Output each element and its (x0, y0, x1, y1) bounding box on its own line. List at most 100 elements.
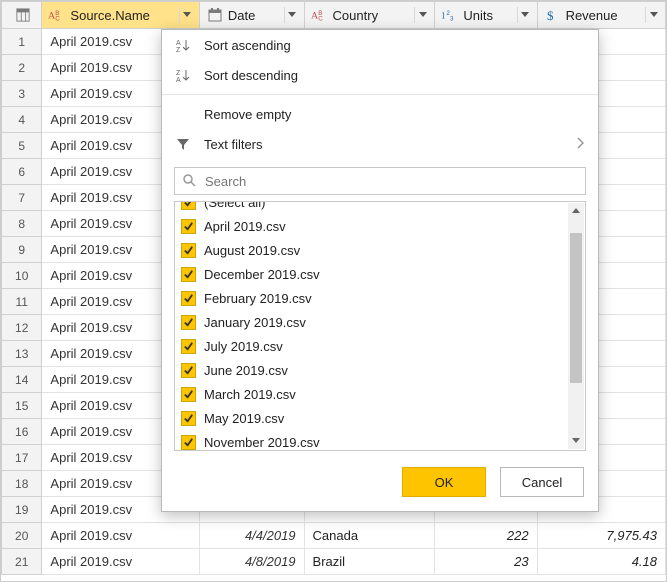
chevron-right-icon (576, 137, 584, 152)
filter-option[interactable]: April 2019.csv (181, 214, 579, 238)
filter-option-label: March 2019.csv (204, 387, 296, 402)
filter-option-label: June 2019.csv (204, 363, 288, 378)
row-number[interactable]: 20 (2, 523, 42, 549)
checkbox-icon[interactable] (181, 387, 196, 402)
column-header-country[interactable]: ABC Country (304, 2, 435, 29)
checkbox-icon[interactable] (181, 411, 196, 426)
row-number[interactable]: 13 (2, 341, 42, 367)
column-header-source[interactable]: ABC Source.Name (42, 2, 200, 29)
table-corner-icon[interactable] (2, 2, 42, 29)
filter-option[interactable]: December 2019.csv (181, 262, 579, 286)
sort-ascending-item[interactable]: AZ Sort ascending (162, 30, 598, 60)
checkbox-icon[interactable] (181, 339, 196, 354)
number-type-icon: 123 (441, 7, 459, 23)
row-number[interactable]: 3 (2, 81, 42, 107)
column-header-label: Date (228, 8, 255, 23)
filter-dropdown-icon[interactable] (414, 7, 430, 23)
table-row[interactable]: 21April 2019.csv4/8/2019Brazil234.18 (2, 549, 666, 575)
column-header-label: Units (463, 8, 493, 23)
row-number[interactable]: 12 (2, 315, 42, 341)
cell-source[interactable]: April 2019.csv (42, 549, 200, 575)
cancel-button[interactable]: Cancel (500, 467, 584, 497)
checkbox-icon[interactable] (181, 363, 196, 378)
filter-option-label: November 2019.csv (204, 435, 320, 450)
svg-text:Z: Z (176, 47, 181, 52)
checkbox-icon[interactable] (181, 243, 196, 258)
row-number[interactable]: 8 (2, 211, 42, 237)
filter-dropdown-icon[interactable] (517, 7, 533, 23)
cell-country[interactable]: Brazil (304, 549, 435, 575)
cell-units[interactable]: 23 (435, 549, 537, 575)
cell-date[interactable]: 4/8/2019 (199, 549, 304, 575)
checkbox-icon[interactable] (181, 219, 196, 234)
row-number[interactable]: 1 (2, 29, 42, 55)
filter-option[interactable]: March 2019.csv (181, 382, 579, 406)
checkbox-icon[interactable] (181, 291, 196, 306)
sort-descending-item[interactable]: ZA Sort descending (162, 60, 598, 90)
column-header-revenue[interactable]: $ Revenue (537, 2, 665, 29)
ok-button[interactable]: OK (402, 467, 486, 497)
filter-dropdown-icon[interactable] (179, 7, 195, 23)
checkbox-icon[interactable] (181, 315, 196, 330)
row-number[interactable]: 11 (2, 289, 42, 315)
checkbox-icon[interactable] (181, 201, 196, 210)
filter-search-input[interactable] (174, 167, 586, 195)
filter-option-label: August 2019.csv (204, 243, 300, 258)
row-number[interactable]: 19 (2, 497, 42, 523)
menu-item-label: Text filters (204, 137, 263, 152)
row-number[interactable]: 5 (2, 133, 42, 159)
menu-separator (162, 94, 598, 95)
filter-option[interactable]: July 2019.csv (181, 334, 579, 358)
scroll-up-icon[interactable] (568, 203, 584, 219)
filter-option[interactable]: February 2019.csv (181, 286, 579, 310)
filter-option[interactable]: August 2019.csv (181, 238, 579, 262)
row-number[interactable]: 10 (2, 263, 42, 289)
cell-units[interactable]: 222 (435, 523, 537, 549)
currency-type-icon: $ (544, 7, 562, 23)
row-number[interactable]: 14 (2, 367, 42, 393)
filter-dropdown-icon[interactable] (645, 7, 661, 23)
cell-source[interactable]: April 2019.csv (42, 523, 200, 549)
filter-option[interactable]: May 2019.csv (181, 406, 579, 430)
menu-item-label: Sort ascending (204, 38, 291, 53)
filter-option[interactable]: January 2019.csv (181, 310, 579, 334)
column-header-date[interactable]: Date (199, 2, 304, 29)
checkbox-icon[interactable] (181, 435, 196, 450)
column-header-label: Revenue (566, 8, 618, 23)
row-number[interactable]: 16 (2, 419, 42, 445)
svg-text:A: A (176, 40, 181, 47)
row-number[interactable]: 15 (2, 393, 42, 419)
text-filters-item[interactable]: Text filters (162, 129, 598, 159)
row-number[interactable]: 6 (2, 159, 42, 185)
table-row[interactable]: 20April 2019.csv4/4/2019Canada2227,975.4… (2, 523, 666, 549)
checkbox-icon[interactable] (181, 267, 196, 282)
column-header-row: ABC Source.Name Date ABC (2, 2, 666, 29)
date-type-icon (206, 7, 224, 23)
filter-option-select-all[interactable]: (Select all) (181, 201, 579, 214)
cell-date[interactable]: 4/4/2019 (199, 523, 304, 549)
filter-option-label: July 2019.csv (204, 339, 283, 354)
row-number[interactable]: 17 (2, 445, 42, 471)
row-number[interactable]: 4 (2, 107, 42, 133)
row-number[interactable]: 21 (2, 549, 42, 575)
sort-asc-icon: AZ (174, 38, 192, 52)
cell-country[interactable]: Canada (304, 523, 435, 549)
scroll-thumb[interactable] (570, 233, 582, 383)
row-number[interactable]: 18 (2, 471, 42, 497)
cell-revenue[interactable]: 7,975.43 (537, 523, 665, 549)
row-number[interactable]: 2 (2, 55, 42, 81)
filter-option[interactable]: November 2019.csv (181, 430, 579, 451)
filter-dropdown-icon[interactable] (284, 7, 300, 23)
scroll-down-icon[interactable] (568, 433, 584, 449)
row-number[interactable]: 7 (2, 185, 42, 211)
svg-text:3: 3 (450, 15, 454, 22)
remove-empty-item[interactable]: Remove empty (162, 99, 598, 129)
cell-revenue[interactable]: 4.18 (537, 549, 665, 575)
column-header-label: Source.Name (70, 8, 149, 23)
filter-option-label: (Select all) (204, 201, 265, 210)
filter-option[interactable]: June 2019.csv (181, 358, 579, 382)
filter-option-label: February 2019.csv (204, 291, 312, 306)
row-number[interactable]: 9 (2, 237, 42, 263)
filter-list-scrollbar[interactable] (568, 203, 584, 449)
column-header-units[interactable]: 123 Units (435, 2, 537, 29)
